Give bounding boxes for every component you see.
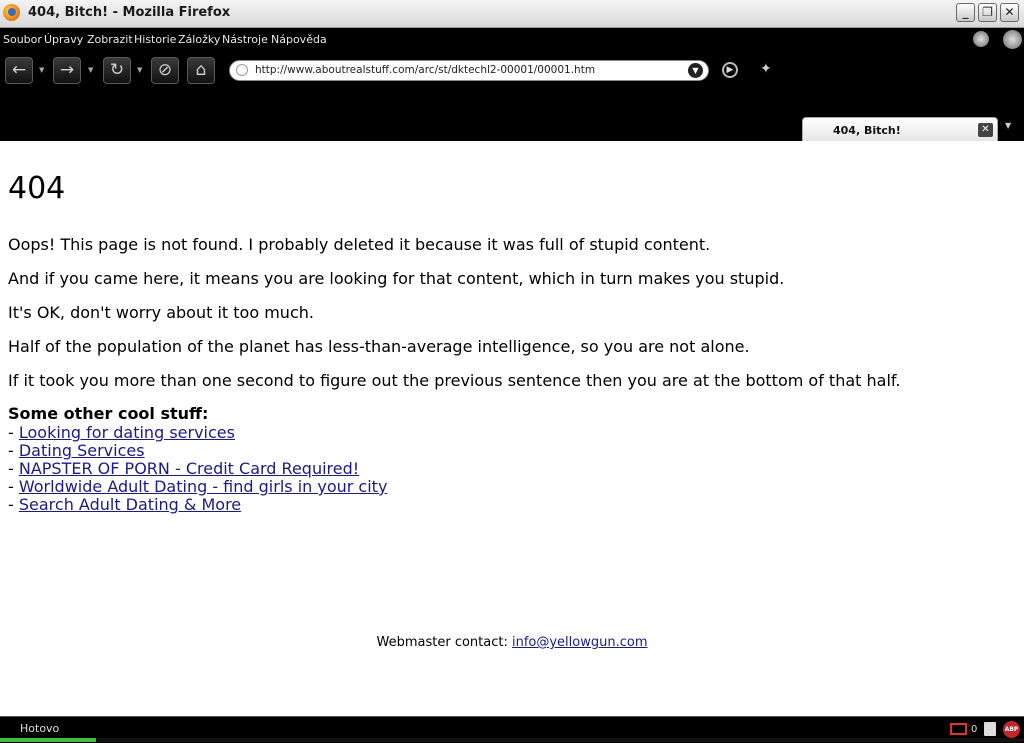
url-input[interactable]: http://www.aboutrealstuff.com/arc/st/dkt… [255,64,595,76]
activity-icon [973,31,989,47]
bookmark-icon[interactable]: ✦ [760,61,778,77]
link-dating-services[interactable]: Dating Services [19,441,145,460]
gmail-count: 0 [971,724,978,735]
tab-strip: 404, Bitch! ✕ ▼ [0,116,1024,142]
site-identity-icon[interactable] [236,64,248,76]
minimize-button[interactable]: _ [956,3,975,22]
paragraph: And if you came here, it means you are l… [8,269,785,288]
list-item: - Worldwide Adult Dating - find girls in… [8,477,387,496]
throbber-icon [1003,30,1022,49]
taskbar-strip [0,738,1024,742]
firefox-icon [3,4,20,21]
go-icon[interactable]: ▶ [722,62,738,78]
navigation-toolbar: ← ▼ → ▼ ↻ ▼ ⊘ ⌂ http://www.aboutrealstuf… [0,52,1024,116]
back-history-dropdown[interactable]: ▼ [39,66,44,74]
list-item: - Dating Services [8,441,145,460]
menu-historie[interactable]: Historie [134,33,176,46]
reload-icon: ↻ [109,60,125,80]
link-prefix: - [8,495,19,514]
gmail-icon[interactable] [950,723,967,735]
reload-dropdown[interactable]: ▼ [137,66,142,74]
stop-icon: ⊘ [157,60,173,80]
paragraph: Oops! This page is not found. I probably… [8,235,711,254]
menu-bar: Soubor Úpravy Zobrazit Historie Záložky … [0,28,1024,52]
adblock-plus-icon[interactable]: ABP [1003,721,1020,738]
webmaster-label: Webmaster contact: [376,635,512,650]
menu-zalozky[interactable]: Záložky [178,33,220,46]
start-button[interactable] [0,738,96,742]
webmaster-email-link[interactable]: info@yellowgun.com [512,635,648,650]
home-button[interactable]: ⌂ [187,57,215,84]
tab-404[interactable]: 404, Bitch! ✕ [802,117,998,141]
menu-napoveda[interactable]: Nápověda [271,33,327,46]
menu-zobrazit[interactable]: Zobrazit [87,33,133,46]
forward-button[interactable]: → [53,57,81,84]
forward-arrow-icon: → [59,60,75,80]
menu-upravy[interactable]: Úpravy [44,33,83,46]
forward-history-dropdown[interactable]: ▼ [88,66,93,74]
link-napster[interactable]: NAPSTER OF PORN - Credit Card Required! [19,459,359,478]
link-prefix: - [8,423,19,442]
list-item: - Looking for dating services [8,423,235,442]
list-item: - Search Adult Dating & More [8,495,241,514]
home-icon: ⌂ [195,60,207,80]
url-dropdown-icon[interactable]: ▼ [688,63,703,78]
stop-button[interactable]: ⊘ [151,57,179,84]
url-bar[interactable]: http://www.aboutrealstuff.com/arc/st/dkt… [229,60,709,81]
window-title: 404, Bitch! - Mozilla Firefox [28,5,231,20]
status-text: Hotovo [20,722,60,735]
paragraph: It's OK, don't worry about it too much. [8,303,314,322]
tab-close-icon[interactable]: ✕ [978,123,993,137]
link-prefix: - [8,477,19,496]
window-title-bar: 404, Bitch! - Mozilla Firefox _ ❐ ✕ [0,0,1024,28]
menu-nastroje[interactable]: Nástroje [222,33,268,46]
tab-label: 404, Bitch! [833,124,901,137]
tab-list-dropdown-icon[interactable]: ▼ [1005,121,1011,130]
back-arrow-icon: ← [11,60,27,80]
link-prefix: - [8,459,19,478]
close-window-button[interactable]: ✕ [1000,3,1019,22]
maximize-button[interactable]: ❐ [978,3,997,22]
list-item: - NAPSTER OF PORN - Credit Card Required… [8,459,359,478]
notes-icon[interactable] [984,722,996,736]
link-dating-services-search[interactable]: Looking for dating services [19,423,235,442]
webmaster-contact: Webmaster contact: info@yellowgun.com [0,635,1024,650]
cool-stuff-heading: Some other cool stuff: [8,404,209,423]
menu-soubor[interactable]: Soubor [3,33,42,46]
link-prefix: - [8,441,19,460]
link-search-adult-dating[interactable]: Search Adult Dating & More [19,495,241,514]
back-button[interactable]: ← [5,57,33,84]
link-worldwide-dating[interactable]: Worldwide Adult Dating - find girls in y… [19,477,388,496]
reload-button[interactable]: ↻ [103,57,131,84]
paragraph: Half of the population of the planet has… [8,337,750,356]
page-title: 404 [8,171,66,206]
page-content: 404 Oops! This page is not found. I prob… [0,141,1024,716]
paragraph: If it took you more than one second to f… [8,371,901,390]
